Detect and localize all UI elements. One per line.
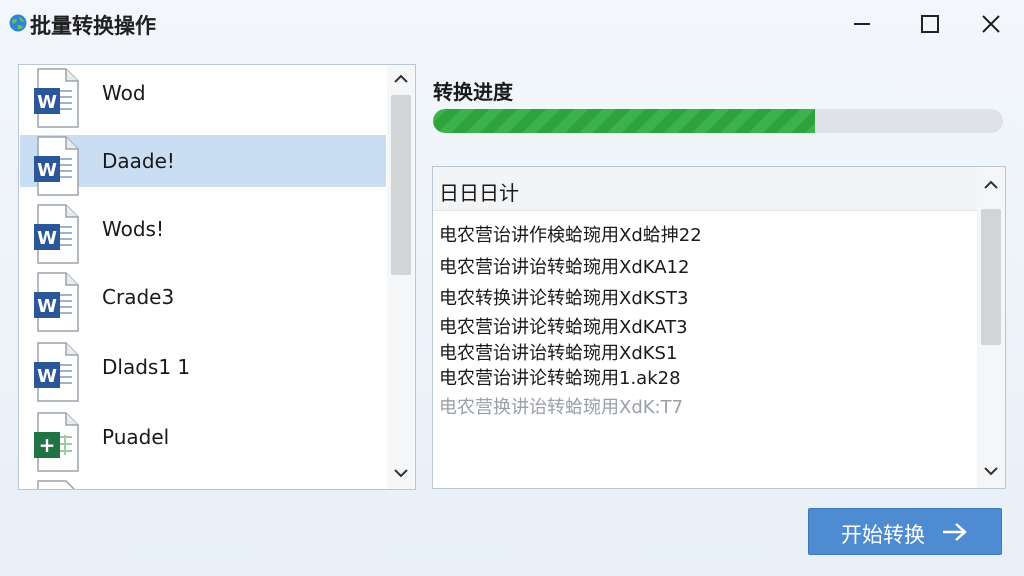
start-conversion-label: 开始转换 bbox=[841, 523, 925, 547]
chevron-down-icon bbox=[394, 469, 408, 478]
svg-text:W: W bbox=[37, 160, 57, 181]
close-button[interactable] bbox=[971, 10, 1011, 38]
word-doc-icon: W bbox=[34, 204, 79, 264]
svg-text:W: W bbox=[37, 228, 57, 249]
batch-convert-window: 批量转换操作 W Wod W Daade! W Wods! W Crade3 W… bbox=[0, 0, 1024, 576]
window-title: 批量转换操作 bbox=[30, 14, 156, 38]
file-name: Dlads1 1 bbox=[102, 355, 191, 379]
progress-bar bbox=[433, 109, 1003, 133]
file-list: W Wod W Daade! W Wods! W Crade3 W Dlads1… bbox=[19, 65, 387, 489]
log-line: 电农营换讲诒转蛤琬用XdK:T7 bbox=[439, 397, 684, 418]
log-header-label: 日日日计 bbox=[439, 181, 519, 205]
title-bar: 批量转换操作 bbox=[0, 0, 1024, 48]
log-line: 电农营诒讲论转蛤琬用XdKAT3 bbox=[439, 317, 688, 338]
log-line: 电农营诒讲诒转蛤琬用XdKS1 bbox=[439, 343, 678, 364]
svg-text:W: W bbox=[37, 92, 57, 113]
maximize-button[interactable] bbox=[910, 10, 950, 38]
scroll-up-button[interactable] bbox=[387, 65, 415, 95]
scroll-thumb[interactable] bbox=[981, 209, 1001, 345]
file-list-item[interactable]: + Puadel bbox=[20, 411, 386, 472]
scroll-down-button[interactable] bbox=[387, 459, 415, 489]
scroll-thumb[interactable] bbox=[391, 95, 411, 275]
minimize-button[interactable] bbox=[842, 10, 882, 38]
file-name: Crade3 bbox=[102, 285, 175, 309]
file-name: Wod bbox=[102, 81, 146, 105]
scroll-down-button[interactable] bbox=[977, 457, 1005, 487]
start-conversion-button[interactable]: 开始转换 bbox=[808, 508, 1002, 555]
globe-icon bbox=[9, 14, 27, 32]
log-line: 电农转换讲论转蛤琬用XdKST3 bbox=[439, 288, 689, 309]
word-doc-icon: W bbox=[34, 68, 79, 128]
chevron-up-icon bbox=[984, 180, 998, 189]
svg-text:W: W bbox=[37, 366, 57, 387]
chevron-down-icon bbox=[984, 467, 998, 476]
file-list-item[interactable]: W Wods! bbox=[20, 203, 386, 264]
chevron-up-icon bbox=[394, 74, 408, 83]
file-list-panel: W Wod W Daade! W Wods! W Crade3 W Dlads1… bbox=[18, 64, 416, 490]
progress-fill bbox=[433, 109, 815, 133]
file-list-scrollbar[interactable] bbox=[387, 65, 415, 489]
svg-text:W: W bbox=[37, 296, 57, 317]
scroll-up-button[interactable] bbox=[977, 171, 1005, 201]
file-name: Daade! bbox=[102, 149, 175, 173]
file-list-item-selected[interactable]: W Daade! bbox=[20, 135, 386, 196]
word-doc-icon: W bbox=[34, 272, 79, 332]
close-icon bbox=[982, 15, 1000, 33]
log-line: 电农营诒讲诒转蛤琬用XdKA12 bbox=[439, 257, 690, 278]
log-panel: 日日日计 电农营诒讲作検蛤琬用Xd蛤抻22 电农营诒讲诒转蛤琬用XdKA12 电… bbox=[432, 166, 1006, 489]
maximize-icon bbox=[921, 15, 939, 33]
word-doc-icon: W bbox=[34, 136, 79, 196]
log-line: 电农营诒讲论转蛤琬用1.ak28 bbox=[439, 368, 681, 389]
log-line: 电农营诒讲作検蛤琬用Xd蛤抻22 bbox=[439, 225, 702, 246]
file-list-item[interactable]: W Dlads1 1 bbox=[20, 341, 386, 402]
file-name: Puadel bbox=[102, 425, 170, 449]
excel-sheet-icon: + bbox=[34, 412, 79, 472]
file-list-item-partial[interactable] bbox=[20, 479, 386, 489]
file-icon bbox=[37, 480, 76, 489]
file-list-item[interactable]: W Wod bbox=[20, 67, 386, 128]
file-list-item[interactable]: W Crade3 bbox=[20, 271, 386, 332]
log-header: 日日日计 bbox=[433, 167, 977, 211]
word-doc-icon: W bbox=[34, 342, 79, 402]
svg-text:+: + bbox=[39, 433, 56, 457]
progress-label: 转换进度 bbox=[433, 80, 513, 104]
file-name: Wods! bbox=[102, 217, 164, 241]
arrow-right-icon bbox=[943, 523, 967, 541]
minimize-icon bbox=[854, 23, 870, 25]
log-scrollbar[interactable] bbox=[977, 167, 1005, 488]
